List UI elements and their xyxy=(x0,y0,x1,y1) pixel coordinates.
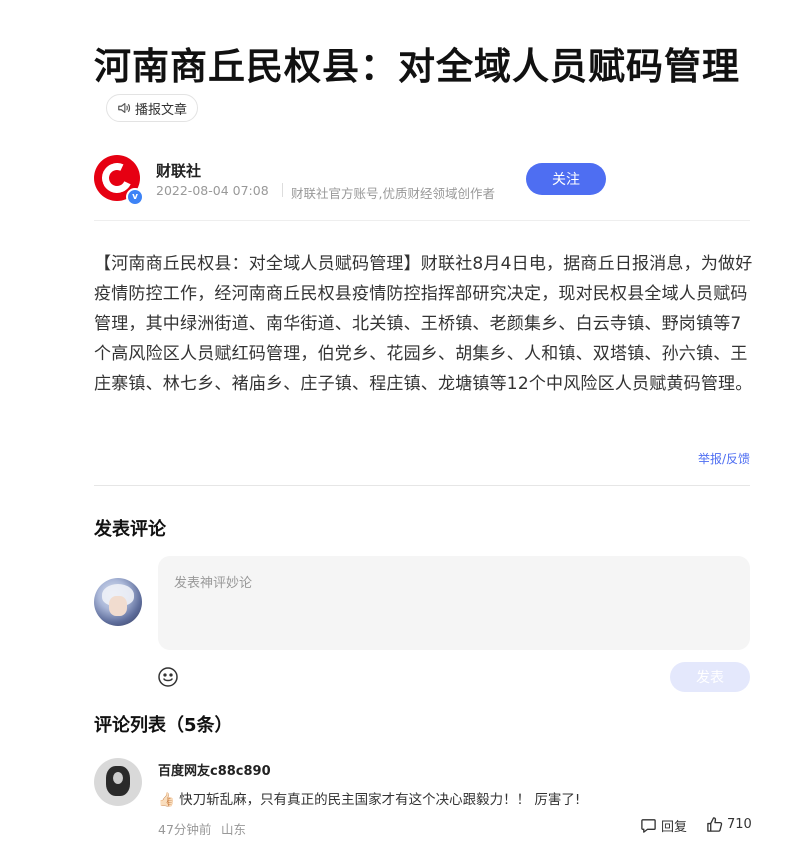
comment-text: 👍🏻 快刀斩乱麻，只有真正的民主国家才有这个决心跟毅力！！ 厉害了! xyxy=(158,792,581,808)
comment-form-heading: 发表评论 xyxy=(94,519,166,540)
listen-label: 播报文章 xyxy=(135,102,188,118)
follow-button[interactable]: 关注 xyxy=(526,163,606,195)
user-avatar xyxy=(94,578,142,626)
listen-article-button[interactable]: 播报文章 xyxy=(106,94,199,122)
reply-label: 回复 xyxy=(661,820,688,835)
send-comment-button[interactable]: 发表 xyxy=(670,662,750,692)
comment-input[interactable] xyxy=(158,556,750,650)
divider xyxy=(94,485,750,486)
commenter-name[interactable]: 百度网友c88c890 xyxy=(158,760,271,779)
article-body: 【河南商丘民权县：对全域人员赋码管理】财联社8月4日电，据商丘日报消息，为做好疫… xyxy=(94,254,753,394)
article-title: 河南商丘民权县：对全域人员赋码管理 xyxy=(94,45,740,88)
comment-time: 47分钟前 xyxy=(158,822,212,837)
speaker-icon xyxy=(118,103,131,113)
reply-button[interactable]: 回复 xyxy=(640,816,687,835)
comment-input-box[interactable] xyxy=(158,556,750,650)
author-name[interactable]: 财联社 xyxy=(156,160,201,181)
like-count: 710 xyxy=(727,817,752,832)
emoji-icon[interactable] xyxy=(157,666,179,688)
thumbs-up-icon xyxy=(707,817,723,832)
publish-date: 2022-08-04 07:08 xyxy=(156,183,269,198)
divider xyxy=(282,183,283,197)
comment-bubble-icon xyxy=(641,819,656,833)
divider xyxy=(94,220,750,221)
commenter-avatar[interactable] xyxy=(94,758,142,806)
comment-location: 山东 xyxy=(221,822,247,837)
author-description: 财联社官方账号,优质财经领域创作者 xyxy=(291,186,495,201)
comments-heading: 评论列表（5条） xyxy=(94,715,233,736)
like-button[interactable]: 710 xyxy=(706,816,752,833)
report-feedback-link[interactable]: 举报/反馈 xyxy=(698,450,750,467)
verified-icon: v xyxy=(126,188,144,206)
